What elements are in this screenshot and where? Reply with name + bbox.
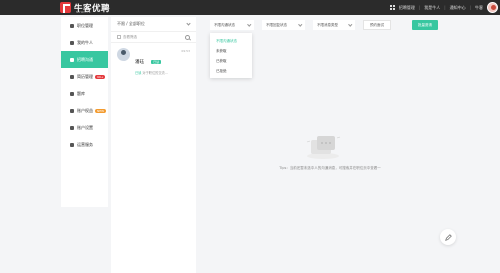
dropdown-option[interactable]: 不限沟通状态	[210, 36, 252, 46]
chat-icon	[70, 57, 74, 62]
new-badge: NEW	[95, 108, 107, 113]
chevron-down-icon	[297, 22, 302, 26]
top-nav-recruit[interactable]: 招聘管理	[399, 5, 415, 11]
pencil-icon	[444, 233, 452, 241]
people-icon	[70, 40, 74, 45]
chevron-down-icon	[246, 22, 251, 26]
schedule-interview-button[interactable]: 预约面试	[363, 20, 391, 30]
avatar	[117, 48, 130, 61]
dropdown-option[interactable]: 已获取	[210, 56, 252, 66]
user-icon	[70, 125, 74, 130]
sidebar-item-service[interactable]: 运营服务	[61, 136, 108, 153]
top-nav: 招聘管理 | 我是牛人 | 通知中心 | 牛客	[388, 0, 500, 15]
message-time: 09:53	[181, 49, 190, 53]
filter-bar: 不限沟通状态 不限回复状态 不限消息类型 预约面试	[210, 20, 391, 30]
empty-state-icon	[306, 136, 341, 159]
bulk-invite-button[interactable]: 批量邀请	[412, 20, 438, 30]
user-avatar[interactable]	[487, 2, 498, 13]
count-badge: 99+	[95, 74, 106, 79]
sidebar-item-benefits[interactable]: 账户权益 NEW	[61, 102, 108, 119]
logo-icon	[60, 2, 71, 13]
checkbox[interactable]	[117, 34, 121, 39]
filter-search-row: 查看筛选	[111, 31, 196, 43]
message-type-filter[interactable]: 不限消息类型	[313, 20, 355, 30]
service-icon	[70, 142, 74, 147]
sidebar-item-questions[interactable]: 题库	[61, 85, 108, 102]
filter-value: 不限消息类型	[317, 22, 338, 27]
position-select[interactable]: 不限 / 全部职位	[111, 17, 196, 31]
filter-label: 查看筛选	[123, 34, 137, 39]
message-preview: 对于职位的交流...	[142, 71, 168, 75]
divider: |	[469, 5, 471, 10]
sidebar: 职位管理 我的牛人 招聘沟通 简历管理 99+ 题库 账户权益 NEW 账户设置…	[61, 17, 108, 207]
chevron-down-icon	[186, 20, 191, 26]
chat-status-filter[interactable]: 不限沟通状态	[210, 20, 254, 30]
divider: |	[418, 5, 421, 10]
sidebar-item-label: 职位管理	[77, 22, 93, 28]
top-bar: 牛客优聘 NOWPICK 招聘管理 | 我是牛人 | 通知中心 | 牛客	[0, 0, 500, 15]
apps-grid-icon	[389, 5, 395, 10]
reply-status-filter[interactable]: 不限回复状态	[262, 20, 305, 30]
sidebar-item-label: 简历管理	[77, 73, 93, 79]
sidebar-item-label: 账户设置	[77, 124, 93, 130]
search-icon[interactable]	[185, 34, 190, 40]
top-nav-user[interactable]: 牛客	[475, 5, 483, 11]
gift-icon	[70, 108, 74, 113]
chat-status-dropdown: 不限沟通状态 未获取 已获取 已拒绝	[210, 33, 252, 78]
sidebar-item-positions[interactable]: 职位管理	[61, 17, 108, 34]
chevron-down-icon	[347, 22, 352, 26]
sidebar-item-label: 题库	[77, 90, 85, 96]
briefcase-icon	[70, 23, 74, 28]
filter-value: 不限回复状态	[266, 22, 287, 27]
status-badge: 已读	[151, 60, 162, 64]
sidebar-item-chat[interactable]: 招聘沟通	[61, 51, 108, 68]
sidebar-item-label: 账户权益	[77, 107, 93, 113]
filter-value: 不限沟通状态	[214, 22, 235, 27]
list-item[interactable]: 潘珏 已读 已读 对于职位的交流... 09:53	[111, 43, 196, 75]
sidebar-item-resumes[interactable]: 简历管理 99+	[61, 68, 108, 85]
question-icon	[70, 91, 74, 96]
top-nav-notice[interactable]: 通知中心	[450, 5, 466, 11]
empty-tips: Tips：当前还暂未选中人的沟通消息，可搜索并在职位页中查看一	[279, 166, 381, 170]
sidebar-item-my-talents[interactable]: 我的牛人	[61, 34, 108, 51]
sidebar-item-label: 我的牛人	[77, 39, 93, 45]
dropdown-option[interactable]: 已拒绝	[210, 66, 252, 76]
dropdown-option[interactable]: 未获取	[210, 46, 252, 56]
brand-sub: NOWPICK	[76, 11, 91, 14]
top-nav-talent[interactable]: 我是牛人	[424, 5, 440, 11]
sidebar-item-settings[interactable]: 账户设置	[61, 119, 108, 136]
read-status: 已读	[135, 71, 142, 75]
sidebar-item-label: 运营服务	[77, 141, 93, 147]
select-all-filter[interactable]: 查看筛选	[117, 34, 137, 40]
conversation-list-panel: 不限 / 全部职位 查看筛选 潘珏 已读 已读 对于职位的交流... 09:53	[111, 17, 196, 273]
resume-icon	[70, 74, 74, 79]
edit-fab-button[interactable]	[440, 229, 456, 245]
position-select-value: 不限 / 全部职位	[117, 21, 145, 26]
divider: |	[444, 5, 446, 10]
candidate-name: 潘珏	[135, 60, 144, 65]
sidebar-item-label: 招聘沟通	[77, 56, 93, 62]
